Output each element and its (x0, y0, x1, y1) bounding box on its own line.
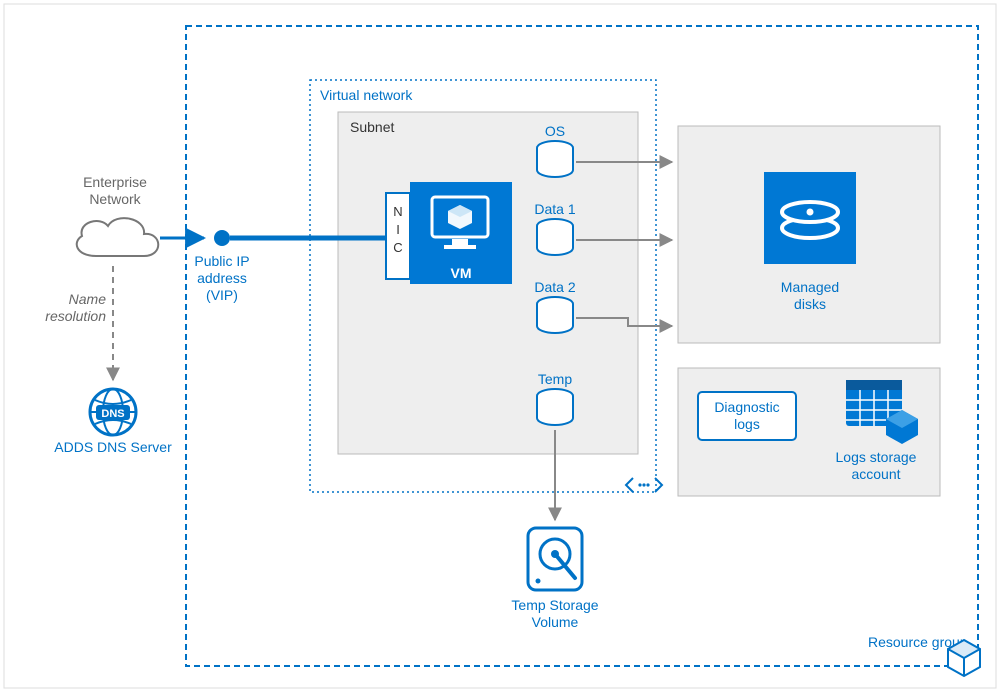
temp-storage-icon (528, 528, 582, 590)
svg-text:Data 1: Data 1 (534, 201, 575, 217)
svg-text:C: C (393, 240, 402, 255)
temp-storage-2: Volume (532, 614, 579, 630)
logs-storage-2: account (851, 466, 900, 482)
managed-disks-icon (764, 172, 856, 264)
virtual-network-label: Virtual network (320, 87, 413, 103)
dns-icon: DNS (90, 389, 136, 435)
public-ip-2: address (197, 270, 247, 286)
vm-label: VM (451, 265, 472, 281)
logs-storage-1: Logs storage (836, 449, 917, 465)
architecture-diagram: Resource group Virtual network Subnet En… (0, 0, 1000, 692)
enterprise-network-label-1: Enterprise (83, 174, 147, 190)
public-ip-node (214, 230, 230, 246)
name-resolution-2: resolution (45, 308, 106, 324)
svg-text:OS: OS (545, 123, 565, 139)
svg-text:I: I (396, 222, 400, 237)
managed-disks-1: Managed (781, 279, 839, 295)
adds-dns-label: ADDS DNS Server (54, 439, 172, 455)
name-resolution-1: Name (69, 291, 107, 307)
temp-disk: Temp (537, 371, 573, 425)
cloud-icon (77, 218, 159, 256)
svg-text:Data 2: Data 2 (534, 279, 575, 295)
public-ip-1: Public IP (194, 253, 249, 269)
subnet-label: Subnet (350, 119, 394, 135)
svg-text:N: N (393, 204, 402, 219)
diag-logs-1: Diagnostic (714, 399, 779, 415)
svg-text:DNS: DNS (101, 408, 124, 420)
temp-storage-1: Temp Storage (511, 597, 598, 613)
diag-logs-2: logs (734, 416, 760, 432)
data1-disk: Data 1 (534, 201, 575, 255)
svg-text:Temp: Temp (538, 371, 572, 387)
data2-disk: Data 2 (534, 279, 575, 333)
managed-disks-2: disks (794, 296, 826, 312)
resource-group-icon (948, 640, 980, 676)
enterprise-network-label-2: Network (89, 191, 141, 207)
vm-block: N I C VM (386, 182, 512, 284)
public-ip-3: (VIP) (206, 287, 238, 303)
